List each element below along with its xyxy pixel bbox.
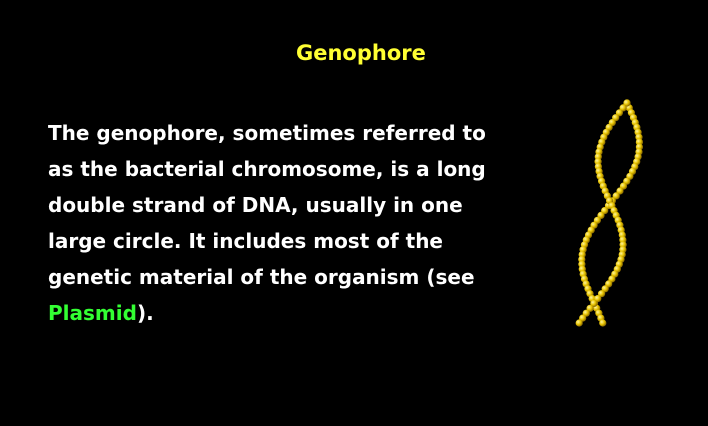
body-paragraph: The genophore, sometimes referred to as … (48, 115, 518, 331)
body-line-4: large circle. It includes most of the (48, 229, 443, 253)
body-line-3: double strand of DNA, usually in one (48, 193, 463, 217)
slide: Genophore The genophore, sometimes refer… (0, 0, 708, 426)
body-line-5: genetic material of the organism (see (48, 265, 475, 289)
body-line-6: Plasmid). (48, 295, 518, 331)
body-line-2: as the bacterial chromosome, is a long (48, 157, 486, 181)
dna-strand-a (578, 99, 643, 327)
dna-bead (599, 319, 607, 327)
link-suffix: ). (136, 301, 154, 325)
dna-bead (575, 319, 583, 327)
plasmid-link[interactable]: Plasmid (48, 301, 137, 325)
slide-title: Genophore (296, 41, 426, 65)
dna-helix-icon (575, 99, 643, 327)
body-line-1: The genophore, sometimes referred to (48, 121, 486, 145)
